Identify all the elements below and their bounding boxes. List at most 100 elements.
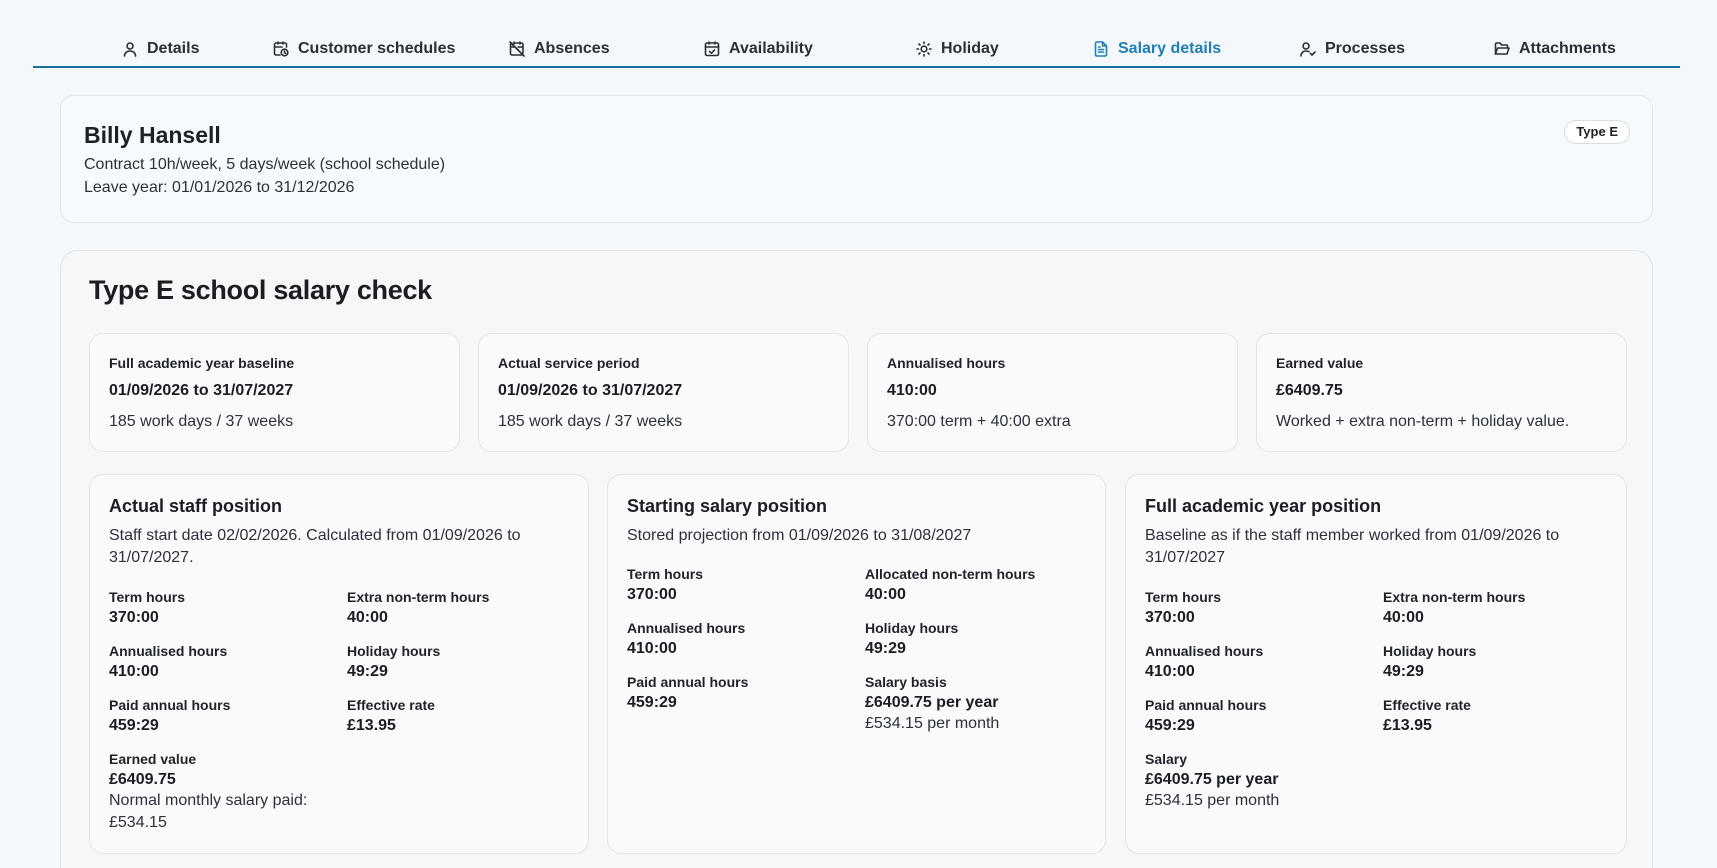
tab-salary-details[interactable]: Salary details (1093, 38, 1221, 60)
field-value: 459:29 (109, 717, 159, 734)
field-label: Effective rate (347, 697, 435, 713)
term-hours-field: Term hours 370:00 (1145, 588, 1221, 628)
tab-attachments[interactable]: Attachments (1494, 38, 1616, 60)
tab-label: Processes (1325, 40, 1406, 57)
field-value: 459:29 (1145, 717, 1195, 734)
calendar-clock-icon (273, 41, 289, 57)
field-value: £13.95 (1383, 717, 1432, 734)
stat-label: Full academic year baseline (109, 355, 295, 371)
field-value: £6409.75 per year (1145, 771, 1279, 788)
salary-field: Salary £6409.75 per year £534.15 per mon… (1145, 750, 1279, 812)
field-label: Allocated non-term hours (865, 566, 1036, 582)
field-value: 410:00 (627, 640, 677, 657)
monthly-value: £534.15 per month (1145, 792, 1280, 809)
holiday-hours-field: Holiday hours 49:29 (865, 619, 958, 659)
stat-value: 01/09/2026 to 31/07/2027 (498, 382, 683, 399)
annualised-hours-field: Annualised hours 410:00 (1145, 642, 1263, 682)
field-value: £6409.75 per year (865, 694, 999, 711)
starting-position-card: Starting salary position Stored projecti… (607, 474, 1106, 854)
stat-sub: 185 work days / 37 weeks (109, 413, 294, 430)
stat-value: £6409.75 (1276, 382, 1343, 399)
tab-bar: Details Customer schedules Absences Avai… (33, 30, 1680, 68)
field-label: Salary (1145, 751, 1188, 767)
employee-header-card: Billy Hansell Contract 10h/week, 5 days/… (60, 95, 1653, 223)
field-value: 370:00 (627, 586, 677, 603)
tab-label: Salary details (1118, 40, 1222, 57)
field-value: 459:29 (627, 694, 677, 711)
field-value: £13.95 (347, 717, 396, 734)
tab-absences[interactable]: Absences (509, 38, 610, 60)
paid-hours-field: Paid annual hours 459:29 (109, 696, 230, 736)
field-label: Annualised hours (1145, 643, 1264, 659)
field-label: Paid annual hours (109, 697, 231, 713)
stat-sub: 370:00 term + 40:00 extra (887, 413, 1071, 430)
monthly-value: £534.15 per month (865, 715, 1000, 732)
field-label: Holiday hours (347, 643, 441, 659)
field-value: 410:00 (1145, 663, 1195, 680)
contract-info: Contract 10h/week, 5 days/week (school s… (84, 156, 446, 173)
holiday-hours-field: Holiday hours 49:29 (1383, 642, 1476, 682)
calendar-off-icon (509, 41, 525, 57)
stat-sub: Worked + extra non-term + holiday value. (1276, 413, 1570, 430)
field-value: 40:00 (1383, 609, 1424, 626)
salary-check-panel: Type E school salary check Full academic… (60, 250, 1653, 868)
tab-label: Attachments (1519, 40, 1616, 57)
field-label: Effective rate (1383, 697, 1471, 713)
tab-details[interactable]: Details (122, 38, 199, 60)
field-value: 40:00 (347, 609, 388, 626)
tab-label: Holiday (941, 40, 999, 57)
field-value: 40:00 (865, 586, 906, 603)
leave-year: Leave year: 01/01/2026 to 31/12/2026 (84, 179, 355, 196)
tab-label: Availability (729, 40, 813, 57)
term-hours-field: Term hours 370:00 (109, 588, 185, 628)
file-text-icon (1094, 41, 1108, 57)
tab-label: Details (147, 40, 200, 57)
stat-label: Actual service period (498, 355, 640, 371)
paid-hours-field: Paid annual hours 459:29 (627, 673, 748, 713)
tab-holiday[interactable]: Holiday (916, 38, 999, 60)
stat-card-earned-value: Earned value £6409.75 Worked + extra non… (1256, 333, 1627, 452)
monthly-salary-note: Normal monthly salary paid: £534.15 (109, 792, 308, 831)
calendar-check-icon (704, 41, 720, 57)
user-check-icon (1300, 42, 1316, 57)
field-value: 370:00 (109, 609, 159, 626)
tab-customer-schedules[interactable]: Customer schedules (273, 38, 455, 60)
tab-availability[interactable]: Availability (704, 38, 813, 60)
field-label: Holiday hours (865, 620, 959, 636)
holiday-hours-field: Holiday hours 49:29 (347, 642, 440, 682)
field-value: 370:00 (1145, 609, 1195, 626)
field-label: Annualised hours (109, 643, 228, 659)
salary-basis-field: Salary basis £6409.75 per year £534.15 p… (865, 673, 999, 735)
sun-icon (916, 41, 932, 57)
field-label: Annualised hours (627, 620, 746, 636)
term-hours-field: Term hours 370:00 (627, 565, 703, 605)
card-description: Baseline as if the staff member worked f… (1145, 527, 1560, 566)
stat-sub: 185 work days / 37 weeks (498, 413, 683, 430)
stat-value: 410:00 (887, 382, 937, 399)
stat-value: 01/09/2026 to 31/07/2027 (109, 382, 294, 399)
card-title: Starting salary position (627, 496, 828, 516)
stat-label: Annualised hours (887, 355, 1006, 371)
field-label: Extra non-term hours (1383, 589, 1526, 605)
field-value: 49:29 (865, 640, 906, 657)
tab-processes[interactable]: Processes (1300, 38, 1405, 60)
stat-card-service-period: Actual service period 01/09/2026 to 31/0… (478, 333, 849, 452)
field-label: Salary basis (865, 674, 947, 690)
field-value: 49:29 (347, 663, 388, 680)
field-label: Term hours (109, 589, 185, 605)
card-description: Staff start date 02/02/2026. Calculated … (109, 527, 521, 566)
tab-label: Absences (534, 40, 610, 57)
paid-hours-field: Paid annual hours 459:29 (1145, 696, 1266, 736)
folder-open-icon (1494, 42, 1510, 55)
stat-card-annualised-hours: Annualised hours 410:00 370:00 term + 40… (867, 333, 1238, 452)
field-value: 49:29 (1383, 663, 1424, 680)
full-year-position-card: Full academic year position Baseline as … (1125, 474, 1627, 854)
actual-position-card: Actual staff position Staff start date 0… (89, 474, 589, 854)
card-title: Actual staff position (109, 496, 283, 516)
field-value: 410:00 (109, 663, 159, 680)
field-label: Term hours (627, 566, 703, 582)
field-label: Paid annual hours (627, 674, 749, 690)
tab-label: Customer schedules (298, 40, 456, 57)
extra-hours-field: Extra non-term hours 40:00 (1383, 588, 1525, 628)
type-badge: Type E (1564, 120, 1630, 144)
